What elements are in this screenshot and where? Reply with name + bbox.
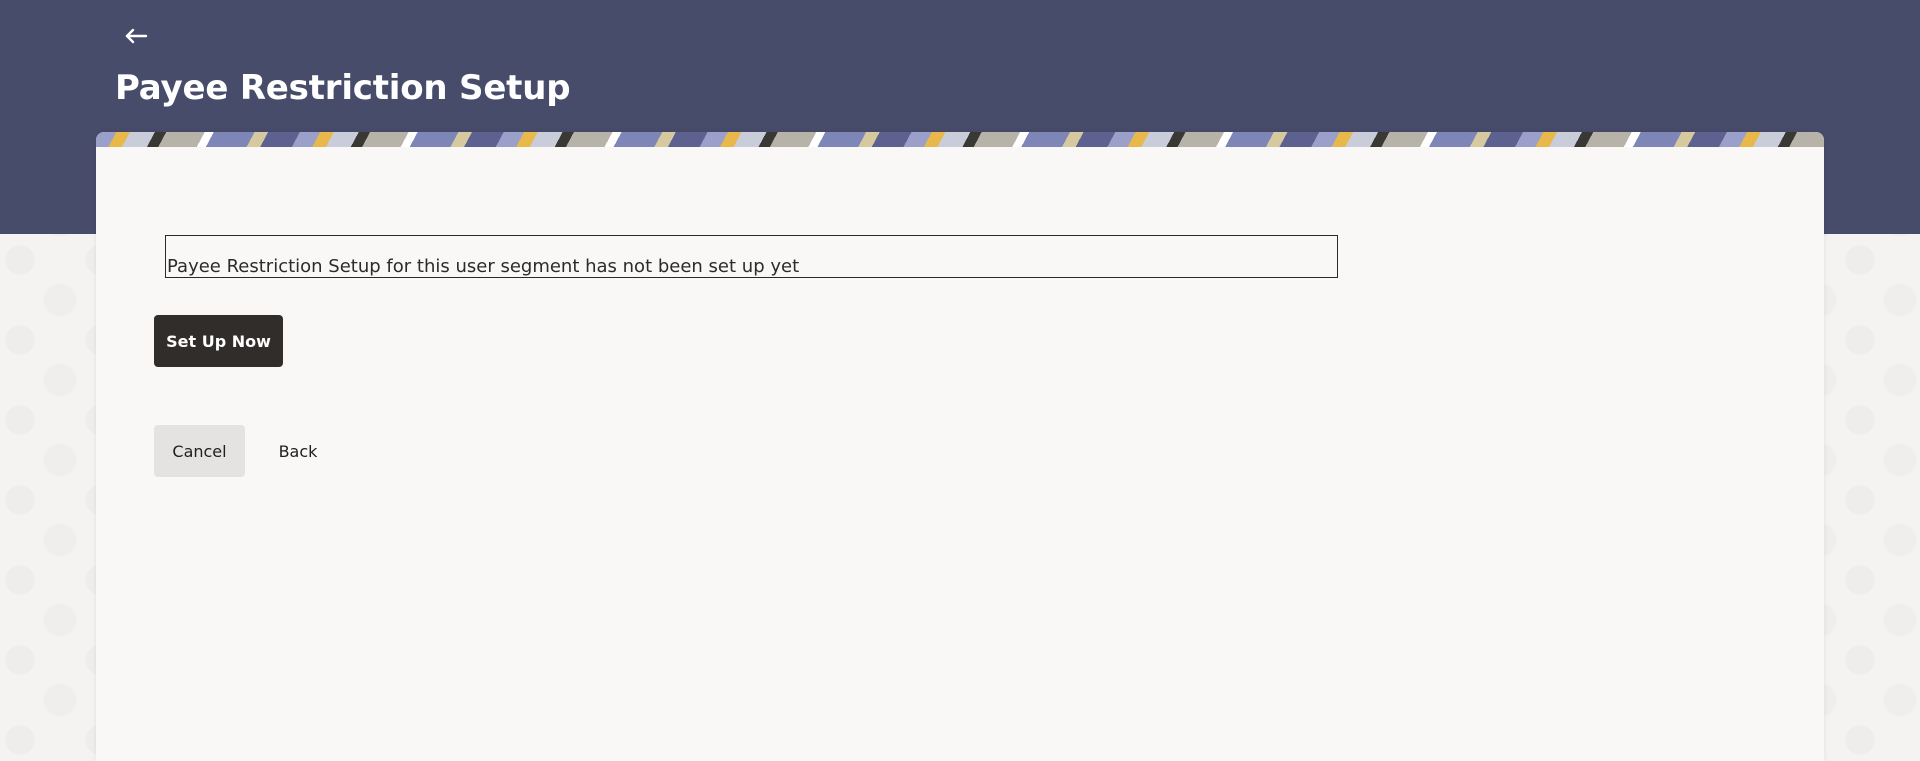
info-message-text: Payee Restriction Setup for this user se… [167,256,800,277]
page-title: Payee Restriction Setup [115,68,571,108]
info-message-box: Payee Restriction Setup for this user se… [165,235,1338,278]
card-banner-decoration [96,132,1824,147]
content-card: Payee Restriction Setup for this user se… [96,132,1824,761]
set-up-now-button[interactable]: Set Up Now [154,315,283,367]
back-button[interactable]: Back [261,425,335,477]
arrow-left-icon[interactable] [122,22,150,50]
cancel-button[interactable]: Cancel [154,425,245,477]
